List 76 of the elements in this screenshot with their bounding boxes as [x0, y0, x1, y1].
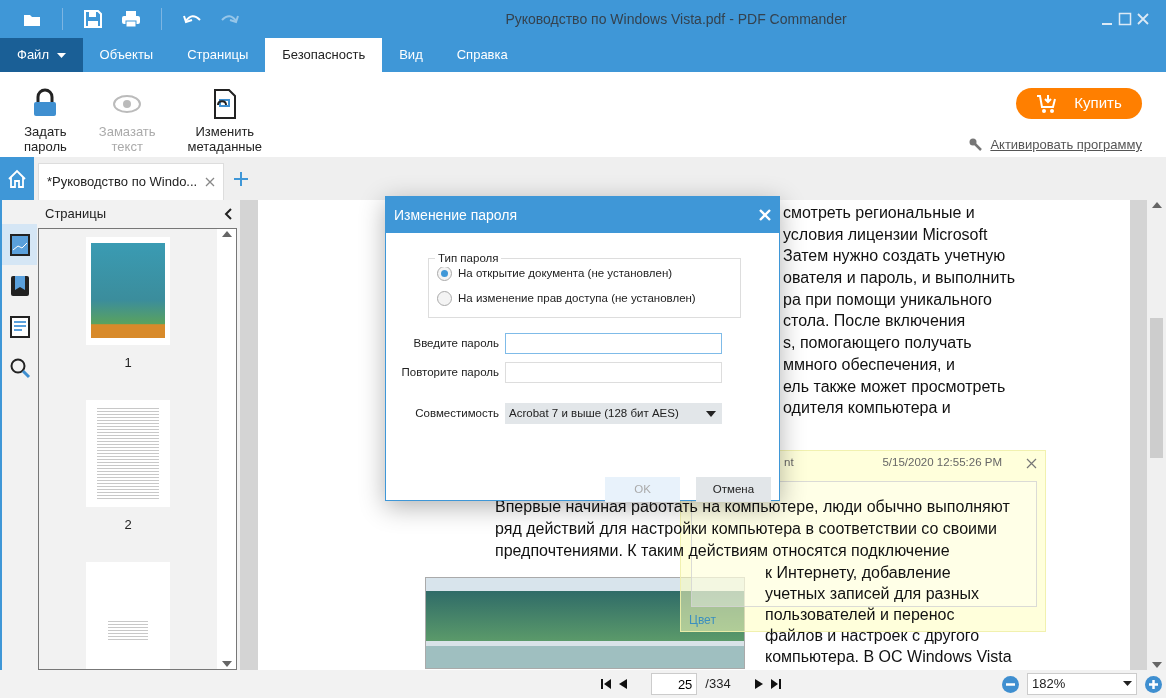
password-field[interactable] — [505, 333, 722, 354]
last-page-icon[interactable] — [770, 679, 781, 689]
compatibility-dropdown[interactable]: Acrobat 7 и выше (128 бит AES) — [505, 403, 722, 424]
ribbon-button[interactable]: Задать пароль — [16, 72, 75, 157]
page-thumbnail[interactable] — [86, 236, 170, 345]
page-thumbnail[interactable] — [86, 561, 170, 669]
field-label: Введите пароль — [412, 335, 499, 351]
note-author: nt — [784, 455, 794, 471]
zoom-in-icon[interactable] — [1145, 675, 1162, 693]
field-label: Повторите пароль — [400, 364, 499, 380]
text-line: учетных записей для разных — [765, 583, 980, 604]
file-menu[interactable]: Файл — [0, 38, 83, 72]
caret-icon — [56, 52, 66, 59]
maximize-icon[interactable] — [1118, 12, 1132, 26]
scroll-up-icon[interactable] — [1151, 202, 1162, 208]
text-line: пользователей и перенос — [765, 604, 956, 625]
field-label: Совместимость — [414, 405, 499, 421]
text-line: к Интернету, добавление — [765, 562, 952, 583]
text-line: ряд действий для настройки компьютера в соответствии со своими — [495, 518, 998, 539]
color-label: Цвет — [689, 613, 716, 627]
save-icon[interactable] — [83, 9, 103, 29]
page-thumbnail[interactable] — [86, 399, 170, 507]
cart-icon — [1036, 93, 1057, 114]
text-line: смотреть региональные и — [783, 203, 976, 223]
page-number: 2 — [124, 515, 132, 534]
text-line: Затем нужно создать учетную — [783, 246, 1007, 267]
text-line: одителя компьютера и — [783, 398, 952, 419]
caret-icon — [1123, 681, 1132, 687]
page-number: 1 — [124, 353, 132, 372]
zoom-out-icon[interactable] — [1002, 675, 1019, 693]
window-title: Руководство по Windows Vista.pdf - PDF Commander — [505, 10, 847, 27]
password-field[interactable] — [505, 362, 722, 383]
text-line: ммного обеспечения, и — [783, 354, 956, 375]
dialog-button[interactable]: Отмена — [696, 477, 771, 502]
sidebar-button[interactable] — [2, 224, 37, 265]
page-number-field[interactable]: 25 — [651, 673, 698, 695]
first-page-icon[interactable] — [601, 679, 612, 689]
scroll-down-icon[interactable] — [1151, 662, 1162, 668]
page-count: /334 — [705, 675, 731, 694]
radio-option[interactable]: На изменение прав доступа (не установлен) — [437, 286, 696, 311]
panel-title: Страницы — [45, 205, 107, 224]
text-line: стола. После включения — [783, 311, 967, 332]
zoom-dropdown[interactable]: 182% — [1027, 673, 1137, 695]
scroll-up-icon[interactable] — [221, 230, 232, 237]
text-page-icon — [8, 315, 31, 338]
print-icon[interactable] — [121, 9, 141, 29]
text-line: s, помогающего получать — [783, 333, 973, 354]
page-image-icon — [8, 233, 31, 256]
plus-icon[interactable] — [234, 172, 249, 186]
note-date: 5/15/2020 12:55:26 PM — [882, 455, 1002, 471]
text-line: компьютера. В ОС Windows Vista — [765, 646, 1012, 667]
menu-tab[interactable]: Безопасность — [265, 38, 383, 72]
close-icon[interactable] — [205, 177, 216, 187]
dialog-title: Изменение пароля — [394, 205, 518, 225]
activate-link[interactable]: Активировать программу — [990, 135, 1142, 155]
next-page-icon[interactable] — [754, 679, 763, 689]
key-icon — [969, 138, 983, 152]
text-line: ователя и пароль, и выполнить — [783, 268, 1017, 289]
scroll-down-icon[interactable] — [221, 661, 232, 667]
text-line: ра при помощи уникального — [783, 289, 993, 310]
collapse-icon[interactable] — [224, 207, 232, 220]
text-line: условия лицензии Microsoft — [783, 224, 989, 245]
text-line: файлов и настроек с другого — [765, 625, 981, 646]
text-line: предпочтениями. К таким действиям относятся подключение — [495, 540, 951, 561]
document-tab[interactable]: *Руководство по Windo... — [38, 163, 225, 200]
home-button[interactable] — [0, 157, 34, 200]
previous-page-icon[interactable] — [619, 679, 628, 689]
text-line: ель также может просмотреть — [783, 376, 1007, 397]
home-icon — [7, 168, 27, 189]
radio-button[interactable] — [437, 291, 452, 306]
bookmark-icon — [8, 274, 31, 297]
search-icon — [8, 356, 31, 379]
scrollbar-thumb[interactable] — [1150, 318, 1163, 458]
ribbon-button[interactable]: Изменить метаданные — [179, 72, 271, 157]
close-icon[interactable] — [1026, 457, 1037, 469]
caret-icon — [706, 410, 716, 417]
